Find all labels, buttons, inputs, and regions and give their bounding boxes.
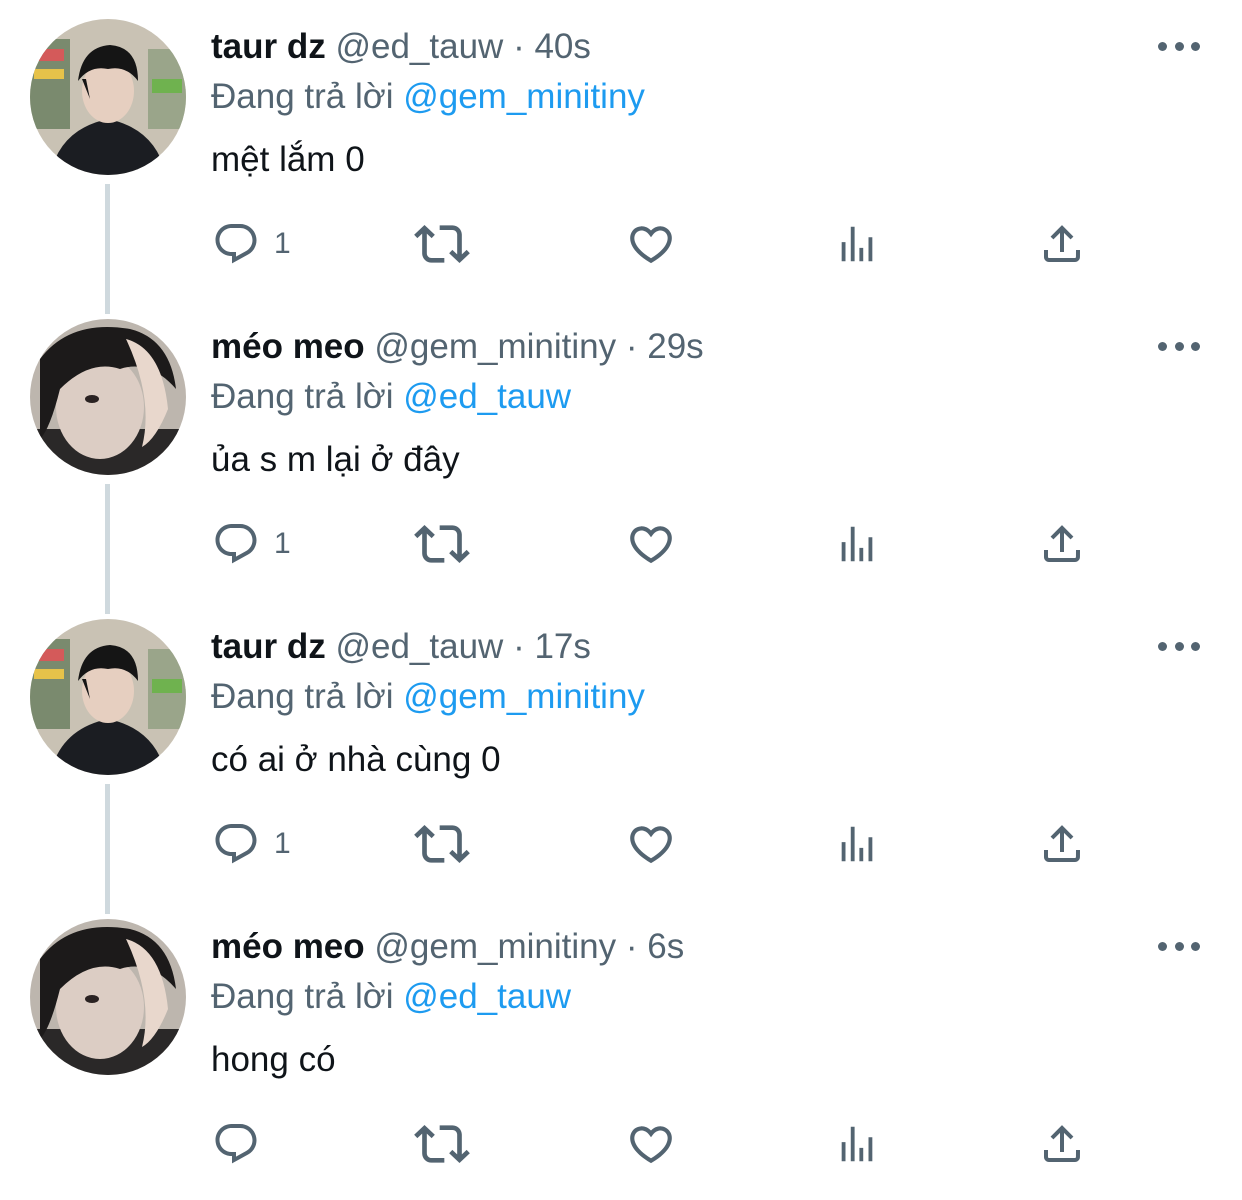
heart-icon: [630, 1126, 672, 1164]
retweet-button[interactable]: [414, 1118, 470, 1170]
share-icon: [1044, 225, 1080, 262]
replying-prefix: Đang trả lời: [211, 677, 394, 716]
timestamp[interactable]: 29s: [647, 327, 703, 366]
views-button[interactable]: [834, 818, 880, 870]
separator-dot: ·: [513, 627, 525, 666]
tweet-text: ủa s m lại ở đây: [211, 440, 460, 479]
display-name[interactable]: taur dz: [211, 627, 326, 666]
user-handle[interactable]: @ed_tauw: [335, 27, 503, 66]
reply-button[interactable]: 1: [212, 818, 291, 870]
share-button[interactable]: [1038, 818, 1086, 870]
timestamp[interactable]: 40s: [534, 27, 590, 66]
retweet-icon: [414, 525, 470, 563]
reply-icon: [215, 824, 257, 864]
reply-icon: [215, 1124, 257, 1164]
avatar[interactable]: [30, 319, 186, 475]
retweet-icon: [414, 225, 470, 263]
reply-count: 1: [274, 227, 291, 260]
views-button[interactable]: [834, 1118, 880, 1170]
share-button[interactable]: [1038, 518, 1086, 570]
tweet[interactable]: méo meo @gem_minitiny · 6s Đang trả lời …: [0, 900, 1242, 1200]
replying-to: Đang trả lời @gem_minitiny: [211, 76, 645, 118]
like-button[interactable]: [626, 818, 676, 870]
tweet[interactable]: méo meo @gem_minitiny · 29s Đang trả lời…: [0, 300, 1242, 614]
display-name[interactable]: taur dz: [211, 27, 326, 66]
tweet-header: taur dz @ed_tauw · 40s: [211, 26, 591, 68]
share-icon: [1044, 1125, 1080, 1162]
views-button[interactable]: [834, 518, 880, 570]
timestamp[interactable]: 17s: [534, 627, 590, 666]
mention-link[interactable]: @gem_minitiny: [403, 77, 645, 116]
action-bar: [0, 1118, 1242, 1170]
tweet[interactable]: taur dz @ed_tauw · 40s Đang trả lời @gem…: [0, 0, 1242, 314]
user-handle[interactable]: @gem_minitiny: [374, 927, 616, 966]
reply-button[interactable]: [212, 1118, 274, 1170]
retweet-button[interactable]: [414, 818, 470, 870]
separator-dot: ·: [625, 327, 638, 366]
reply-count: 1: [274, 527, 291, 560]
display-name[interactable]: méo meo: [211, 927, 365, 966]
tweet-header: taur dz @ed_tauw · 17s: [211, 626, 591, 668]
more-horizontal-icon[interactable]: [1158, 34, 1200, 58]
views-button[interactable]: [834, 218, 880, 270]
replying-to: Đang trả lời @gem_minitiny: [211, 676, 645, 718]
share-button[interactable]: [1038, 1118, 1086, 1170]
like-button[interactable]: [626, 518, 676, 570]
display-name[interactable]: méo meo: [211, 327, 365, 366]
user-handle[interactable]: @ed_tauw: [335, 627, 503, 666]
views-icon: [841, 826, 873, 862]
user-handle[interactable]: @gem_minitiny: [374, 327, 616, 366]
retweet-button[interactable]: [414, 218, 470, 270]
share-icon: [1044, 825, 1080, 862]
tweet[interactable]: taur dz @ed_tauw · 17s Đang trả lời @gem…: [0, 600, 1242, 914]
reply-icon: [215, 524, 257, 564]
retweet-icon: [414, 1125, 470, 1163]
more-horizontal-icon[interactable]: [1158, 334, 1200, 358]
heart-icon: [630, 526, 672, 564]
replying-prefix: Đang trả lời: [211, 77, 394, 116]
replying-to: Đang trả lời @ed_tauw: [211, 976, 571, 1018]
heart-icon: [630, 226, 672, 264]
reply-icon: [215, 224, 257, 264]
tweet-thread: taur dz @ed_tauw · 40s Đang trả lời @gem…: [0, 0, 1242, 1192]
more-horizontal-icon[interactable]: [1158, 634, 1200, 658]
views-icon: [841, 226, 873, 262]
tweet-text: có ai ở nhà cùng 0: [211, 740, 501, 779]
heart-icon: [630, 826, 672, 864]
more-horizontal-icon[interactable]: [1158, 934, 1200, 958]
avatar[interactable]: [30, 19, 186, 175]
timestamp[interactable]: 6s: [647, 927, 684, 966]
retweet-button[interactable]: [414, 518, 470, 570]
tweet-text: mệt lắm 0: [211, 140, 365, 179]
replying-to: Đang trả lời @ed_tauw: [211, 376, 571, 418]
tweet-header: méo meo @gem_minitiny · 6s: [211, 926, 684, 968]
action-bar: 1: [0, 818, 1242, 870]
reply-button[interactable]: 1: [212, 518, 291, 570]
replying-prefix: Đang trả lời: [211, 977, 394, 1016]
share-icon: [1044, 525, 1080, 562]
like-button[interactable]: [626, 1118, 676, 1170]
share-button[interactable]: [1038, 218, 1086, 270]
views-icon: [841, 526, 873, 562]
action-bar: 1: [0, 218, 1242, 270]
separator-dot: ·: [513, 27, 525, 66]
retweet-icon: [414, 825, 470, 863]
reply-count: 1: [274, 827, 291, 860]
tweet-header: méo meo @gem_minitiny · 29s: [211, 326, 704, 368]
replying-prefix: Đang trả lời: [211, 377, 394, 416]
reply-button[interactable]: 1: [212, 218, 291, 270]
action-bar: 1: [0, 518, 1242, 570]
mention-link[interactable]: @ed_tauw: [403, 377, 571, 416]
views-icon: [841, 1126, 873, 1162]
avatar[interactable]: [30, 619, 186, 775]
mention-link[interactable]: @ed_tauw: [403, 977, 571, 1016]
mention-link[interactable]: @gem_minitiny: [403, 677, 645, 716]
tweet-text: hong có: [211, 1040, 336, 1079]
like-button[interactable]: [626, 218, 676, 270]
avatar[interactable]: [30, 919, 186, 1075]
separator-dot: ·: [625, 927, 638, 966]
